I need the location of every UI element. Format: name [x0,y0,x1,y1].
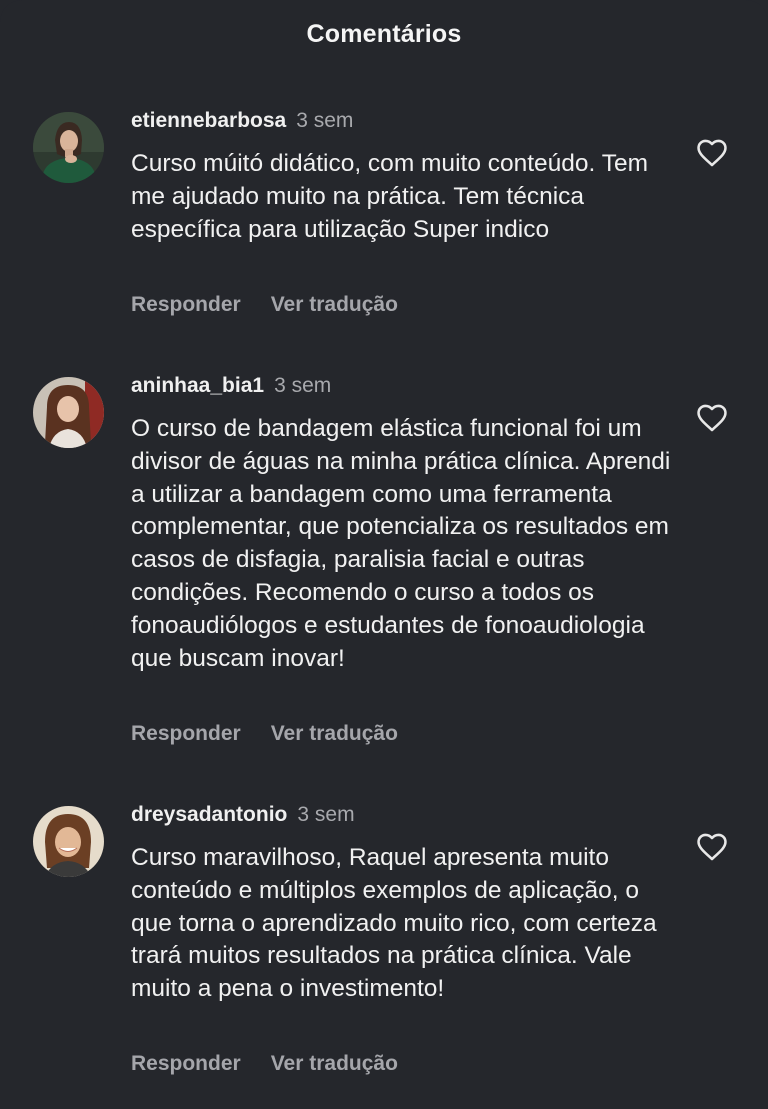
reply-button[interactable]: Responder [131,1052,241,1075]
comment-text: Curso múitó didático, com muito conteúdo… [131,150,649,243]
timestamp: 3 sem [296,109,354,132]
comment-text: Curso maravilhoso, Raquel apresenta muit… [131,844,657,1003]
username[interactable]: etiennebarbosa [131,109,286,132]
timestamp: 3 sem [274,374,332,397]
reply-button[interactable]: Responder [131,293,241,316]
comment-actions: Responder Ver tradução [131,293,398,317]
comments-header: Comentários [0,0,768,72]
avatar[interactable] [33,112,104,183]
avatar[interactable] [33,806,104,877]
avatar[interactable] [33,377,104,448]
comment-meta: etiennebarbosa 3 sem [131,108,353,134]
heart-icon[interactable] [695,401,729,435]
timestamp: 3 sem [297,803,355,826]
translate-button[interactable]: Ver tradução [271,1052,398,1075]
heart-icon[interactable] [695,830,729,864]
comment-actions: Responder Ver tradução [131,722,398,746]
heart-icon[interactable] [695,136,729,170]
username[interactable]: dreysadantonio [131,803,287,826]
comment-text: O curso de bandagem elástica funcional f… [131,415,671,672]
username[interactable]: aninhaa_bia1 [131,374,264,397]
comments-sheet: Comentários etiennebarbosa 3 sem Curso mú… [0,0,768,1109]
translate-button[interactable]: Ver tradução [271,293,398,316]
comment-meta: aninhaa_bia1 3 sem [131,373,331,399]
reply-button[interactable]: Responder [131,722,241,745]
translate-button[interactable]: Ver tradução [271,722,398,745]
page-title: Comentários [306,20,462,48]
comment-actions: Responder Ver tradução [131,1052,398,1076]
comment-meta: dreysadantonio 3 sem [131,802,355,828]
